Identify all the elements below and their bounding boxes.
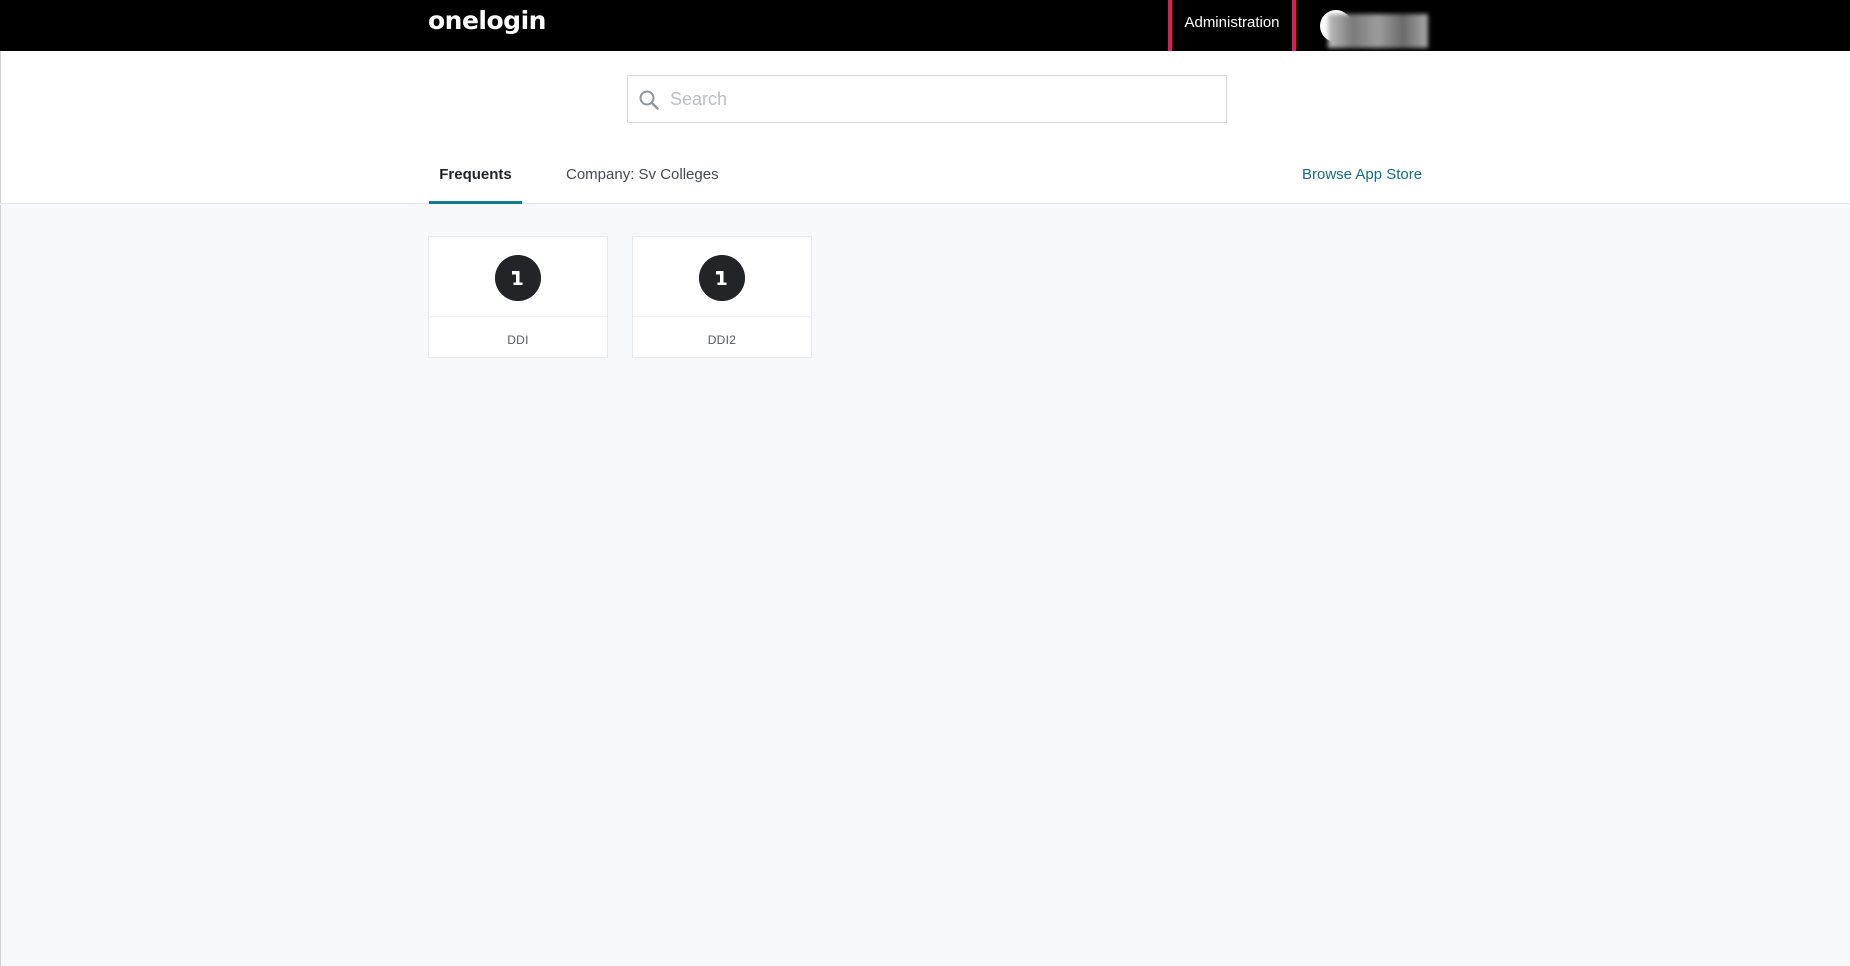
- app-name: DDI: [507, 333, 529, 347]
- app-name: DDI2: [707, 333, 737, 347]
- onelogin-app-icon: [699, 255, 745, 301]
- apps-content-area: [0, 205, 1850, 966]
- onelogin-logo[interactable]: onelogin: [428, 6, 546, 36]
- top-navigation-bar: onelogin Administration: [0, 0, 1850, 64]
- app-icon-area: [633, 237, 811, 317]
- app-icon-area: [429, 237, 607, 317]
- tab-frequents[interactable]: Frequents: [429, 166, 522, 204]
- search-input[interactable]: [668, 76, 1218, 122]
- user-menu[interactable]: [1320, 10, 1428, 48]
- search-box[interactable]: [627, 75, 1227, 123]
- tab-company-sv-colleges[interactable]: Company: Sv Colleges: [566, 166, 719, 204]
- app-tile-ddi[interactable]: DDI: [428, 236, 608, 358]
- header-area: Frequents Company: Sv Colleges Browse Ap…: [0, 51, 1850, 204]
- onelogin-app-icon: [495, 255, 541, 301]
- user-name-redacted[interactable]: [1328, 14, 1428, 48]
- browse-app-store-link[interactable]: Browse App Store: [1302, 166, 1422, 183]
- app-tile-ddi2[interactable]: DDI2: [632, 236, 812, 358]
- search-icon: [639, 90, 659, 110]
